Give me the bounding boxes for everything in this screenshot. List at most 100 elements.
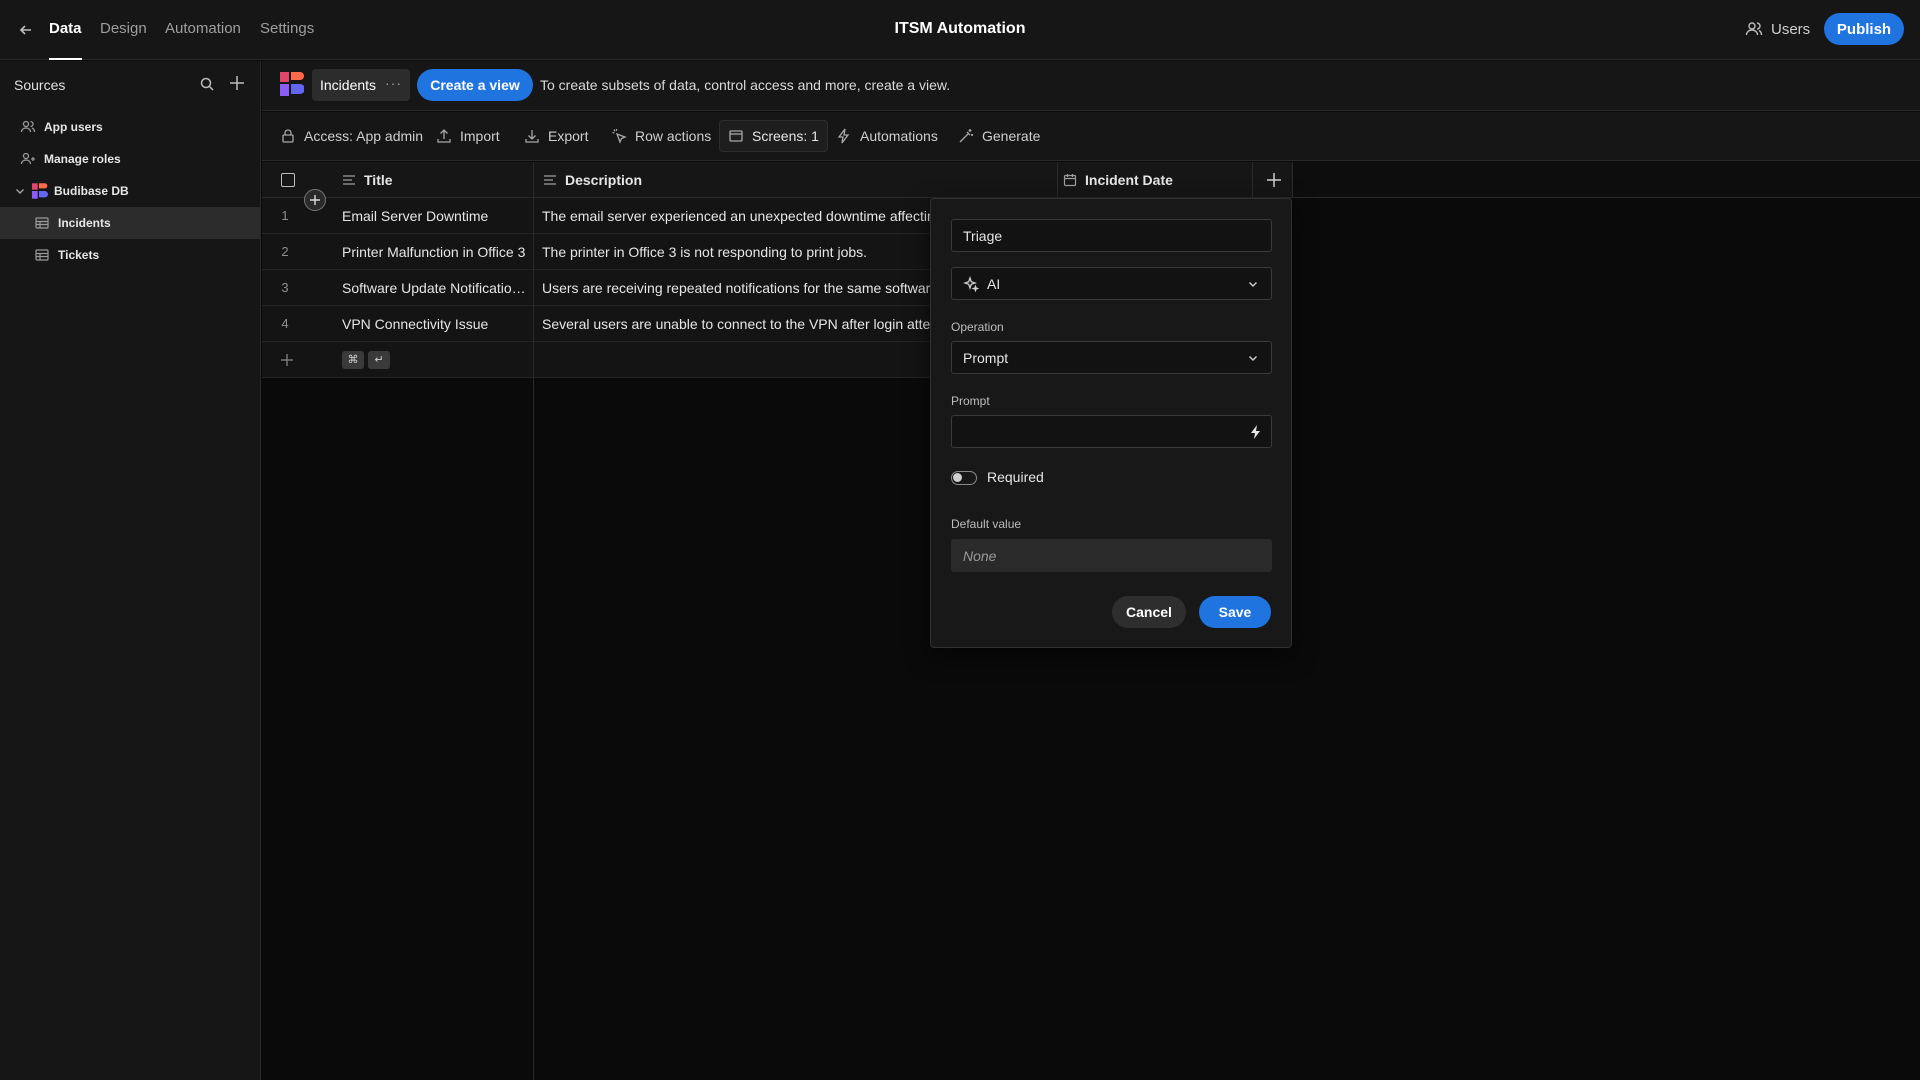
more-icon[interactable]: ··· [385, 75, 402, 91]
prompt-input[interactable] [963, 423, 1243, 440]
prompt-field[interactable] [951, 415, 1272, 448]
tab-settings[interactable]: Settings [260, 0, 314, 60]
browser-window-icon [728, 128, 744, 144]
sidebar-item-incidents[interactable]: Incidents [0, 207, 260, 239]
add-row-icon[interactable] [278, 351, 296, 369]
column-header-label: Incident Date [1085, 172, 1173, 188]
column-header-label: Description [565, 172, 643, 188]
create-view-hint: To create subsets of data, control acces… [540, 77, 951, 93]
row-number: 1 [281, 208, 289, 223]
automations-button[interactable]: Automations [828, 120, 946, 152]
prompt-label: Prompt [951, 394, 990, 408]
operation-select[interactable]: Prompt [951, 341, 1272, 374]
required-toggle[interactable] [951, 471, 977, 485]
chevron-down-icon[interactable] [14, 185, 26, 197]
sparkle-icon [963, 275, 979, 292]
upload-icon [436, 128, 452, 144]
sidebar-item-label: Incidents [58, 216, 111, 230]
automation-bolt-icon [836, 128, 852, 144]
cell-title[interactable]: Email Server Downtime [342, 198, 528, 234]
sidebar-item-label: Tickets [58, 248, 100, 262]
row-number: 3 [281, 280, 289, 295]
operation-value: Prompt [963, 349, 1009, 366]
grid-header: Title Description Incident Date [262, 162, 1292, 198]
operation-label: Operation [951, 320, 1004, 334]
access-button[interactable]: Access: App admin [272, 120, 431, 152]
column-divider [1292, 162, 1293, 198]
select-all-checkbox[interactable] [281, 173, 295, 187]
cell-title[interactable]: Printer Malfunction in Office 3 [342, 234, 528, 270]
export-button[interactable]: Export [516, 120, 596, 152]
screens-button[interactable]: Screens: 1 [719, 120, 828, 152]
row-number: 2 [281, 244, 289, 259]
cancel-button[interactable]: Cancel [1112, 596, 1186, 628]
column-divider [1057, 162, 1058, 198]
column-divider [533, 162, 534, 1080]
sidebar-item-tickets[interactable]: Tickets [0, 239, 260, 271]
sidebar-item-manage-roles[interactable]: Manage roles [0, 143, 260, 175]
column-header-description[interactable]: Description [543, 162, 642, 198]
column-type-value: AI [987, 275, 1001, 292]
sidebar-item-label: App users [44, 120, 103, 134]
generate-button[interactable]: Generate [950, 120, 1048, 152]
column-header-incident-date[interactable]: Incident Date [1063, 162, 1173, 198]
table-tab-incidents[interactable]: Incidents ··· [312, 69, 410, 101]
row-actions-label: Row actions [635, 128, 712, 144]
row-actions-button[interactable]: Row actions [603, 120, 719, 152]
publish-button[interactable]: Publish [1824, 13, 1904, 45]
expand-row-icon[interactable] [304, 189, 326, 211]
column-header-label: Title [364, 172, 393, 188]
sidebar-item-budibase-db[interactable]: Budibase DB [0, 175, 260, 207]
row-number: 4 [281, 316, 289, 331]
column-name-input[interactable] [963, 227, 1243, 244]
tab-automation[interactable]: Automation [165, 0, 241, 60]
import-button[interactable]: Import [428, 120, 508, 152]
default-value-placeholder: None [963, 547, 997, 564]
top-bar: Data Design Automation Settings ITSM Aut… [0, 0, 1920, 60]
cell-title[interactable]: VPN Connectivity Issue [342, 306, 528, 342]
tab-data[interactable]: Data [49, 0, 82, 60]
download-icon [524, 128, 540, 144]
save-button[interactable]: Save [1199, 596, 1271, 628]
users-icon [1745, 20, 1763, 38]
column-name-field[interactable] [951, 219, 1272, 252]
sidebar: Sources App users Manage roles Budibase … [0, 61, 261, 1080]
default-value-label: Default value [951, 517, 1022, 531]
table-icon [34, 215, 50, 231]
sidebar-item-label: Budibase DB [54, 184, 129, 198]
back-arrow-icon[interactable] [16, 20, 36, 40]
table-icon [34, 247, 50, 263]
screens-label: Screens: 1 [752, 128, 819, 144]
sidebar-item-app-users[interactable]: App users [0, 111, 260, 143]
sidebar-item-label: Manage roles [44, 152, 121, 166]
tab-design[interactable]: Design [100, 0, 147, 60]
add-column-icon[interactable] [1264, 170, 1284, 190]
add-source-icon[interactable] [228, 74, 246, 92]
search-icon[interactable] [199, 76, 215, 92]
column-type-select[interactable]: AI [951, 267, 1272, 300]
budibase-logo [30, 182, 48, 200]
default-value-field[interactable]: None [951, 539, 1272, 572]
column-config-popover: AI Operation Prompt Prompt Required Defa… [930, 198, 1292, 648]
text-align-icon [342, 173, 356, 187]
generate-label: Generate [982, 128, 1041, 144]
export-label: Export [548, 128, 589, 144]
cell-title[interactable]: Software Update Notification Issue [342, 270, 528, 306]
chevron-down-icon [1247, 278, 1259, 290]
calendar-icon [1063, 173, 1077, 187]
grid-header-empty [1292, 162, 1920, 198]
actions-bar: Access: App admin Import Export Row acti… [262, 112, 1920, 161]
create-view-button[interactable]: Create a view [417, 69, 533, 101]
lock-icon [280, 128, 296, 144]
import-label: Import [460, 128, 500, 144]
users-button[interactable]: Users [1745, 18, 1810, 40]
users-label: Users [1771, 20, 1811, 38]
lightning-bolt-icon[interactable] [1249, 424, 1263, 440]
chevron-down-icon [1247, 352, 1259, 364]
text-align-icon [543, 173, 557, 187]
command-key-icon: ⌘ [342, 351, 364, 369]
budibase-logo [278, 70, 304, 98]
magic-wand-icon [958, 128, 974, 144]
column-header-title[interactable]: Title [342, 162, 393, 198]
cursor-click-icon [611, 128, 627, 144]
